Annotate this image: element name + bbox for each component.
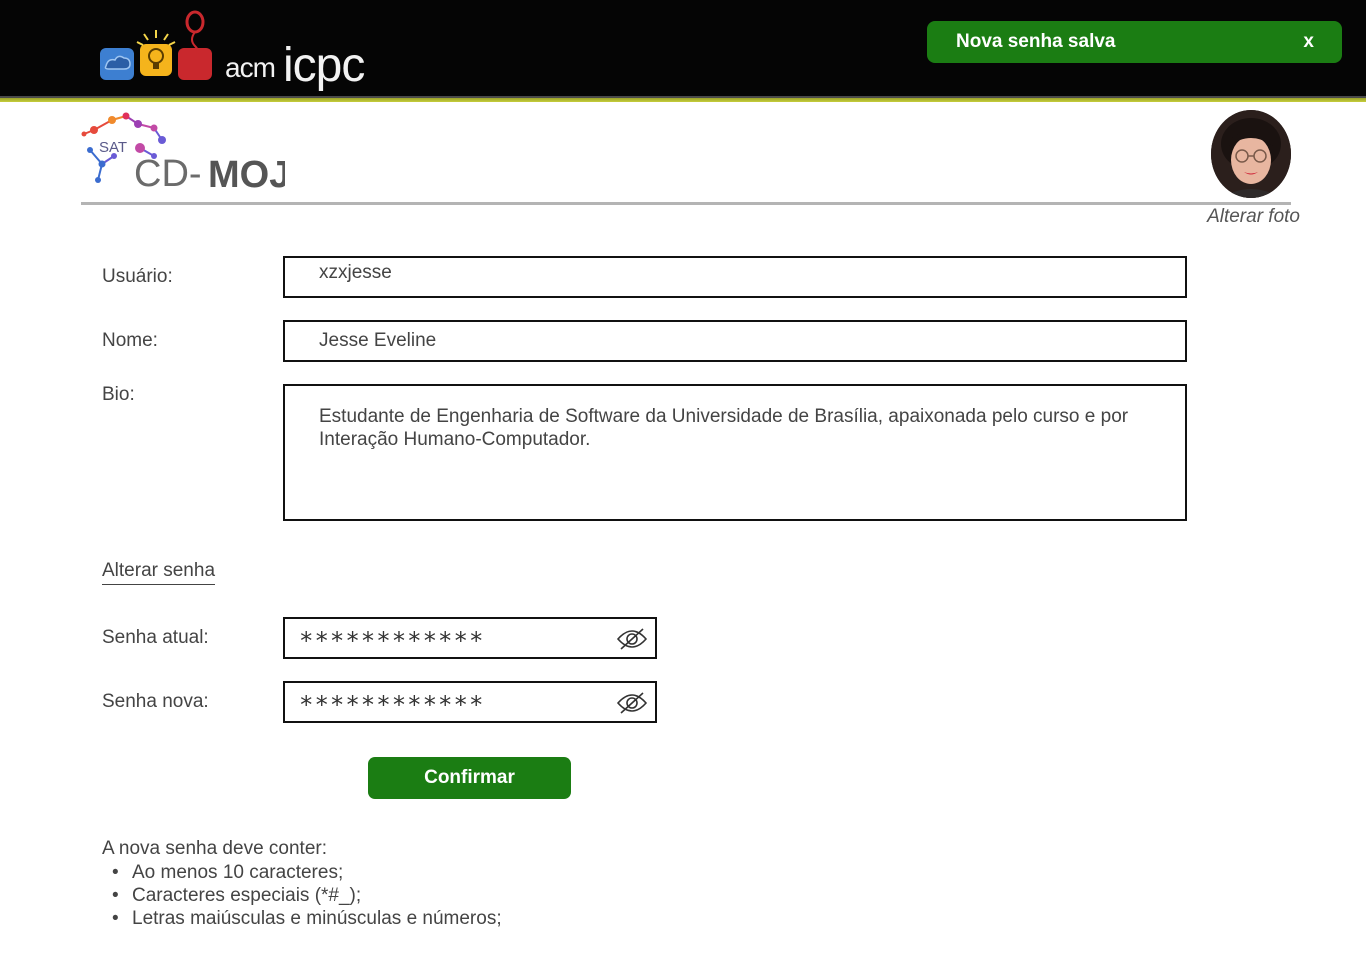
molecule-network-icon: SAT CD- MOJ (81, 112, 290, 196)
username-field[interactable]: xzxjesse (283, 256, 1187, 298)
new-password-field[interactable]: ************ (283, 681, 657, 723)
new-password-label: Senha nova: (102, 691, 209, 712)
bio-value: Estudante de Engenharia de Software da U… (319, 406, 1129, 450)
acm-wordmark: acm (225, 52, 276, 83)
eye-slash-icon[interactable] (616, 691, 648, 715)
header-divider (81, 202, 1291, 205)
username-label: Usuário: (102, 266, 173, 287)
icpc-balloons-icon (100, 10, 212, 80)
eye-slash-icon[interactable] (616, 627, 648, 651)
avatar[interactable] (1211, 110, 1291, 198)
brand-name-light: CD- (134, 153, 202, 195)
password-rule: Caracteres especiais (*#_); (112, 884, 502, 907)
change-photo-link[interactable]: Alterar foto (1190, 206, 1300, 228)
name-field[interactable]: Jesse Eveline (283, 320, 1187, 362)
new-password-value: ************ (299, 691, 485, 719)
bio-textarea[interactable]: Estudante de Engenharia de Software da U… (283, 384, 1187, 521)
username-value: xzxjesse (319, 262, 392, 283)
change-password-link[interactable]: Alterar senha (102, 560, 216, 585)
user-photo-icon (1211, 110, 1291, 198)
current-password-field[interactable]: ************ (283, 617, 657, 659)
password-rules-list: Ao menos 10 caracteres; Caracteres espec… (112, 861, 502, 930)
cd-moj-logo: SAT CD- MOJ (80, 110, 290, 196)
current-password-label: Senha atual: (102, 627, 209, 648)
success-toast: Nova senha salva x (927, 21, 1342, 63)
password-rule: Ao menos 10 caracteres; (112, 861, 502, 884)
bio-label: Bio: (102, 384, 135, 405)
current-password-value: ************ (299, 627, 485, 655)
top-header: acm icpc Nova senha salva x (0, 0, 1366, 96)
password-rule: Letras maiúsculas e minúsculas e números… (112, 907, 502, 930)
icpc-wordmark: icpc (283, 39, 365, 92)
password-rules-title: A nova senha deve conter: (102, 838, 327, 859)
profile-page: acm icpc Nova senha salva x SAT CD- MOJ … (0, 0, 1366, 976)
brand-sat: SAT (99, 139, 127, 156)
name-label: Nome: (102, 330, 158, 351)
toast-close-button[interactable]: x (1303, 31, 1314, 53)
acm-icpc-logo: acm icpc (95, 8, 395, 96)
confirm-button[interactable]: Confirmar (368, 757, 571, 799)
header-accent-stripe (0, 96, 1366, 102)
toast-message: Nova senha salva (956, 31, 1116, 52)
brand-name-bold: MOJ (208, 154, 285, 196)
name-value: Jesse Eveline (319, 330, 437, 351)
